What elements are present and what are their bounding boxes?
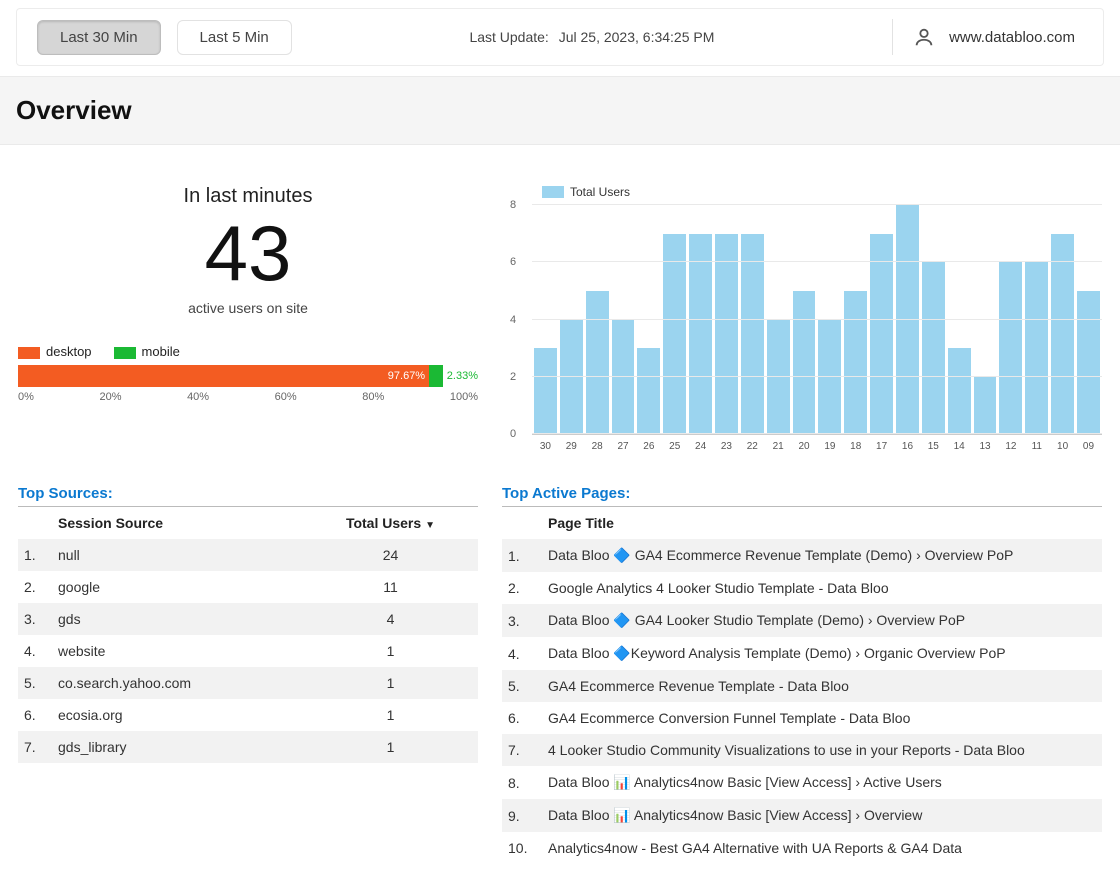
top-sources-title: Top Sources: [18, 485, 478, 507]
legend-desktop: desktop [18, 344, 92, 359]
bar[interactable] [948, 348, 971, 434]
bar[interactable] [1077, 291, 1100, 434]
bar[interactable] [818, 320, 841, 435]
kpi-title: In last minutes [18, 185, 478, 208]
user-icon [913, 26, 935, 48]
table-row[interactable]: 4.website1 [18, 635, 478, 667]
site-block: www.databloo.com [913, 26, 1083, 48]
chart-x-ticks: 3029282726252423222120191817161514131211… [532, 441, 1102, 452]
legend-mobile: mobile [114, 344, 180, 359]
table-row[interactable]: 7.gds_library1 [18, 731, 478, 763]
device-stacked-bar: 97.67% 2.33% [18, 365, 478, 387]
table-row[interactable]: 6.ecosia.org1 [18, 699, 478, 731]
chart-legend: Total Users [542, 185, 1102, 199]
table-row[interactable]: 5.co.search.yahoo.com1 [18, 667, 478, 699]
bar[interactable] [586, 291, 609, 434]
col-total-users[interactable]: Total Users▼ [303, 507, 478, 539]
table-row[interactable]: 5.GA4 Ecommerce Revenue Template - Data … [502, 670, 1102, 702]
users-bar-chart: Total Users 02468 3029282726252423222120… [502, 185, 1102, 465]
last-update: Last Update: Jul 25, 2023, 6:34:25 PM [312, 29, 872, 45]
bar[interactable] [663, 234, 686, 434]
top-pages-title: Top Active Pages: [502, 485, 1102, 507]
site-url: www.databloo.com [949, 29, 1075, 46]
top-sources-panel: Top Sources: Session Source Total Users▼… [18, 485, 478, 864]
device-axis: 0%20%40%60%80%100% [18, 391, 478, 403]
table-row[interactable]: 2.google11 [18, 571, 478, 603]
last-5-min-button[interactable]: Last 5 Min [177, 20, 292, 55]
bar[interactable] [715, 234, 738, 434]
col-session-source[interactable]: Session Source [52, 507, 303, 539]
bar[interactable] [689, 234, 712, 434]
bar[interactable] [534, 348, 557, 434]
mobile-pct-label: 2.33% [447, 370, 478, 382]
legend-swatch [542, 186, 564, 198]
device-legend: desktop mobile [18, 344, 478, 359]
bar[interactable] [1025, 262, 1048, 434]
section-heading: Overview [0, 76, 1120, 145]
bar[interactable] [896, 205, 919, 434]
table-row[interactable]: 7.4 Looker Studio Community Visualizatio… [502, 734, 1102, 766]
table-row[interactable]: 4.Data Bloo 🔷Keyword Analysis Template (… [502, 637, 1102, 670]
table-row[interactable]: 10.Analytics4now - Best GA4 Alternative … [502, 832, 1102, 864]
table-row[interactable]: 1.Data Bloo 🔷 GA4 Ecommerce Revenue Temp… [502, 539, 1102, 572]
kpi-subtitle: active users on site [18, 300, 478, 316]
top-sources-table: Session Source Total Users▼ 1.null242.go… [18, 507, 478, 763]
header-bar: Last 30 Min Last 5 Min Last Update: Jul … [16, 8, 1104, 66]
table-row[interactable]: 8.Data Bloo 📊 Analytics4now Basic [View … [502, 766, 1102, 799]
time-range-buttons: Last 30 Min Last 5 Min [37, 20, 292, 55]
chart-plot: 02468 [532, 205, 1102, 435]
top-pages-table: Page Title 1.Data Bloo 🔷 GA4 Ecommerce R… [502, 507, 1102, 864]
top-pages-panel: Top Active Pages: Page Title 1.Data Bloo… [502, 485, 1102, 864]
bar[interactable] [741, 234, 764, 434]
divider [892, 19, 893, 55]
bar[interactable] [999, 262, 1022, 434]
bar[interactable] [793, 291, 816, 434]
overview-title: Overview [16, 95, 1104, 126]
table-row[interactable]: 3.gds4 [18, 603, 478, 635]
bar[interactable] [844, 291, 867, 434]
bar[interactable] [1051, 234, 1074, 434]
last-update-value: Jul 25, 2023, 6:34:25 PM [559, 29, 715, 45]
table-row[interactable]: 6.GA4 Ecommerce Conversion Funnel Templa… [502, 702, 1102, 734]
chart-legend-label: Total Users [570, 185, 630, 199]
table-row[interactable]: 9.Data Bloo 📊 Analytics4now Basic [View … [502, 799, 1102, 832]
mobile-segment [429, 365, 443, 387]
table-row[interactable]: 2.Google Analytics 4 Looker Studio Templ… [502, 572, 1102, 604]
sort-desc-icon: ▼ [425, 520, 435, 531]
table-row[interactable]: 3.Data Bloo 🔷 GA4 Looker Studio Template… [502, 604, 1102, 637]
bar[interactable] [922, 262, 945, 434]
last-30-min-button[interactable]: Last 30 Min [37, 20, 161, 55]
kpi-value: 43 [18, 214, 478, 292]
bar[interactable] [870, 234, 893, 434]
kpi-panel: In last minutes 43 active users on site … [18, 185, 478, 465]
bar[interactable] [560, 320, 583, 435]
desktop-segment: 97.67% [18, 365, 429, 387]
table-row[interactable]: 1.null24 [18, 539, 478, 571]
bar[interactable] [767, 320, 790, 435]
col-page-title[interactable]: Page Title [542, 507, 1102, 539]
bar[interactable] [974, 377, 997, 434]
bar[interactable] [612, 320, 635, 435]
last-update-label: Last Update: [469, 29, 548, 45]
bar[interactable] [637, 348, 660, 434]
chart-bars [532, 205, 1102, 434]
